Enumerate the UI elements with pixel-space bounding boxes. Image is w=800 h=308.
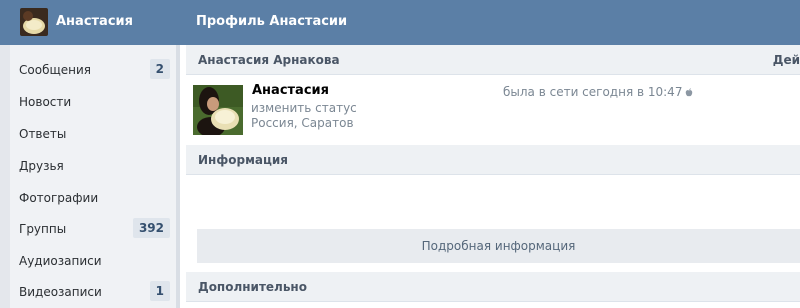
profile-header: Анастасия Арнакова Дей xyxy=(186,45,800,75)
info-section-title: Информация xyxy=(198,153,288,167)
sidebar-item-label: Группы xyxy=(19,222,67,236)
profile-location: Россия, Саратов xyxy=(251,116,354,130)
avatar[interactable] xyxy=(20,8,48,36)
count-badge: 392 xyxy=(132,218,170,238)
sidebar-item-label: Ответы xyxy=(19,127,67,141)
sidebar-item-news[interactable]: Новости xyxy=(10,86,176,118)
profile-full-name: Анастасия Арнакова xyxy=(198,53,340,67)
sidebar-item-label: Новости xyxy=(19,95,72,109)
sidebar-item-label: Аудиозаписи xyxy=(19,254,102,268)
top-header: Анастасия Профиль Анастасии xyxy=(0,0,800,45)
sidebar-divider xyxy=(176,45,180,308)
edit-status-link[interactable]: изменить статус xyxy=(251,101,357,115)
apple-icon xyxy=(685,86,693,97)
sidebar-item-audio[interactable]: Аудиозаписи xyxy=(10,245,176,277)
header-user-name[interactable]: Анастасия xyxy=(56,14,133,29)
main-content: Анастасия Арнакова Дей Анастасия изменит… xyxy=(186,45,800,308)
actions-label[interactable]: Дей xyxy=(773,53,800,67)
detailed-info-button[interactable]: Подробная информация xyxy=(197,229,800,263)
count-badge: 2 xyxy=(149,59,170,79)
info-content xyxy=(190,175,418,217)
extra-section-title: Дополнительно xyxy=(198,280,307,294)
sidebar-item-label: Друзья xyxy=(19,159,64,173)
profile-name: Анастасия xyxy=(251,83,499,103)
online-status-text: была в сети сегодня в 10:47 xyxy=(503,85,683,99)
sidebar-item-video[interactable]: Видеозаписи 1 xyxy=(10,276,176,308)
info-section-header: Информация xyxy=(186,145,800,175)
sidebar-item-label: Видеозаписи xyxy=(19,285,102,299)
profile-photo[interactable] xyxy=(193,85,243,135)
sidebar-gutter xyxy=(0,45,10,308)
sidebar-item-label: Фотографии xyxy=(19,191,99,205)
sidebar-item-messages[interactable]: Сообщения 2 xyxy=(10,54,176,86)
sidebar-item-photos[interactable]: Фотографии xyxy=(10,182,176,214)
extra-section-header: Дополнительно xyxy=(186,272,800,302)
sidebar: Сообщения 2 Новости Ответы Друзья Фотогр… xyxy=(0,45,180,308)
count-badge: 1 xyxy=(149,281,170,301)
online-status: была в сети сегодня в 10:47 xyxy=(503,85,693,99)
sidebar-item-label: Сообщения xyxy=(19,63,92,77)
page-title: Профиль Анастасии xyxy=(196,14,348,29)
sidebar-item-groups[interactable]: Группы 392 xyxy=(10,213,176,245)
sidebar-item-answers[interactable]: Ответы xyxy=(10,118,176,150)
sidebar-item-friends[interactable]: Друзья xyxy=(10,150,176,182)
